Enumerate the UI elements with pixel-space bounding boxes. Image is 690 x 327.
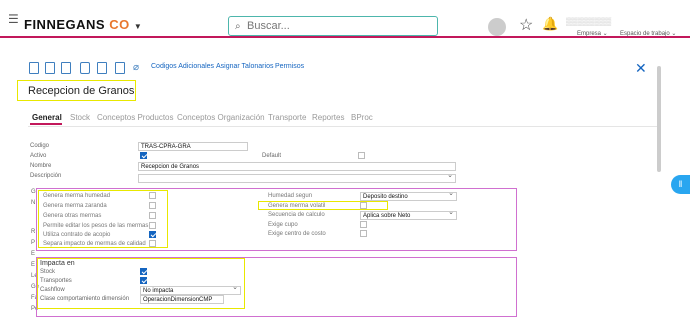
impacta-stock-label: Stock (40, 269, 56, 275)
genera-otras-mermas-checkbox[interactable] (149, 212, 156, 219)
exige-centro-costo-checkbox[interactable] (360, 230, 367, 237)
genera-otras-mermas-label: Genera otras mermas (43, 213, 102, 219)
workspace-avatar[interactable] (488, 18, 506, 36)
print-icon[interactable] (80, 62, 90, 74)
permisos-link[interactable]: Permisos (275, 63, 304, 70)
cashflow-select[interactable]: No impacta (140, 286, 241, 295)
default-checkbox[interactable] (358, 152, 365, 159)
nombre-label: Nombre (30, 163, 52, 169)
genera-merma-zaranda-label: Genera merma zaranda (43, 203, 107, 209)
cut-label-g: G (31, 189, 36, 195)
active-tab-indicator (30, 123, 62, 125)
search-placeholder: Buscar... (247, 20, 290, 32)
exige-centro-costo-label: Exige centro de costo (268, 231, 326, 237)
cut-label-e1: E (31, 251, 36, 257)
genera-merma-humedad-checkbox[interactable] (149, 192, 156, 199)
cut-label-e2: E (31, 262, 36, 268)
page-title: Recepcion de Granos (28, 85, 135, 97)
chevron-down-icon[interactable]: ▼ (134, 22, 142, 31)
tab-divider (28, 126, 658, 127)
genera-merma-volatil-label: Genera merma volatil (268, 203, 326, 209)
save-icon[interactable] (45, 62, 55, 74)
new-document-icon[interactable] (29, 62, 39, 74)
asignar-talonarios-link[interactable]: Asignar Talonarios (216, 63, 273, 70)
logo-text: FINNEGANS (24, 17, 106, 32)
menu-icon[interactable]: ☰ (8, 12, 19, 26)
export-icon[interactable] (115, 62, 125, 74)
impacta-transportes-label: Transportes (40, 278, 72, 284)
workspace-selector[interactable]: Espacio de trabajo ⌄ (620, 30, 676, 37)
permite-editar-pesos-checkbox[interactable] (149, 222, 156, 229)
default-label: Default (262, 153, 282, 159)
attach-icon[interactable]: ⌀ (133, 62, 143, 74)
tab-conceptos-organizacion[interactable]: Conceptos Organización (177, 113, 265, 122)
tab-bproc[interactable]: BProc (351, 113, 373, 122)
tab-transporte[interactable]: Transporte (268, 113, 306, 122)
secuencia-calculo-select[interactable]: Aplica sobre Neto (360, 211, 457, 220)
logo-suffix: CO (109, 17, 130, 32)
permite-editar-pesos-label: Permite editar los pesos de las mermas (43, 223, 149, 229)
company-selector[interactable]: Empresa ⌄ (577, 30, 608, 37)
bell-icon[interactable]: 🔔 (542, 16, 558, 32)
humedad-segun-label: Humedad segun (268, 193, 313, 199)
descripcion-label: Descripción (30, 173, 62, 179)
clase-comportamiento-field[interactable]: OperacionDimensionCMP (140, 295, 224, 304)
codigo-label: Codigo (30, 143, 50, 149)
search-input[interactable]: ⌕ Buscar... (228, 16, 438, 36)
utiliza-contrato-label: Utiliza contrato de acopio (43, 232, 111, 238)
star-icon[interactable]: ☆ (519, 15, 533, 35)
tab-conceptos-productos[interactable]: Conceptos Productos (97, 113, 174, 122)
top-bar: ☰ FINNEGANS CO ▼ ⌕ Buscar... ☆ 🔔 ▒▒▒▒▒▒▒… (0, 0, 690, 38)
impacta-stock-checkbox[interactable] (140, 268, 147, 275)
codigos-adicionales-link[interactable]: Codigos Adicionales (151, 63, 214, 70)
impacta-transportes-checkbox[interactable] (140, 277, 147, 284)
activo-checkbox[interactable] (140, 152, 147, 159)
user-name-blurred[interactable]: ▒▒▒▒▒▒▒▒ (566, 17, 611, 26)
company-label: Empresa (577, 31, 602, 37)
descripcion-field[interactable] (138, 174, 456, 183)
impacta-title: Impacta en (40, 260, 75, 267)
utiliza-contrato-checkbox[interactable] (149, 231, 156, 238)
activo-label: Activo (30, 153, 47, 159)
exige-cupo-label: Exige cupo (268, 222, 298, 228)
genera-merma-zaranda-checkbox[interactable] (149, 202, 156, 209)
copy-icon[interactable] (97, 62, 107, 74)
cut-label-p: P (31, 240, 36, 246)
cut-label-r: R (31, 229, 36, 235)
workspace-label: Espacio de trabajo (620, 31, 670, 37)
app-logo[interactable]: FINNEGANS CO ▼ (24, 17, 142, 32)
exige-cupo-checkbox[interactable] (360, 221, 367, 228)
cut-label-n: N (31, 200, 36, 206)
nombre-field[interactable]: Recepcion de Granos (138, 162, 456, 171)
tab-general[interactable]: General (32, 113, 62, 122)
side-panel-toggle-icon[interactable]: ‖ (671, 175, 690, 194)
save-as-icon[interactable] (61, 62, 71, 74)
secuencia-calculo-label: Secuencia de calculo (268, 212, 325, 218)
search-icon: ⌕ (235, 21, 241, 32)
vertical-scrollbar[interactable] (657, 66, 661, 172)
genera-merma-volatil-checkbox[interactable] (360, 202, 367, 209)
separa-impacto-checkbox[interactable] (149, 240, 156, 247)
humedad-segun-select[interactable]: Deposito destino (360, 192, 457, 201)
codigo-field[interactable]: TRAS-CPRA-GRA (138, 142, 248, 151)
separa-impacto-label: Separa impacto de mermas de calidad (43, 241, 146, 247)
close-icon[interactable]: ✕ (635, 60, 647, 77)
genera-merma-humedad-label: Genera merma humedad (43, 193, 111, 199)
cashflow-label: Cashflow (40, 287, 65, 293)
tab-reportes[interactable]: Reportes (312, 113, 344, 122)
clase-comportamiento-label: Clase comportamiento dimensión (40, 296, 130, 302)
tab-stock[interactable]: Stock (70, 113, 90, 122)
